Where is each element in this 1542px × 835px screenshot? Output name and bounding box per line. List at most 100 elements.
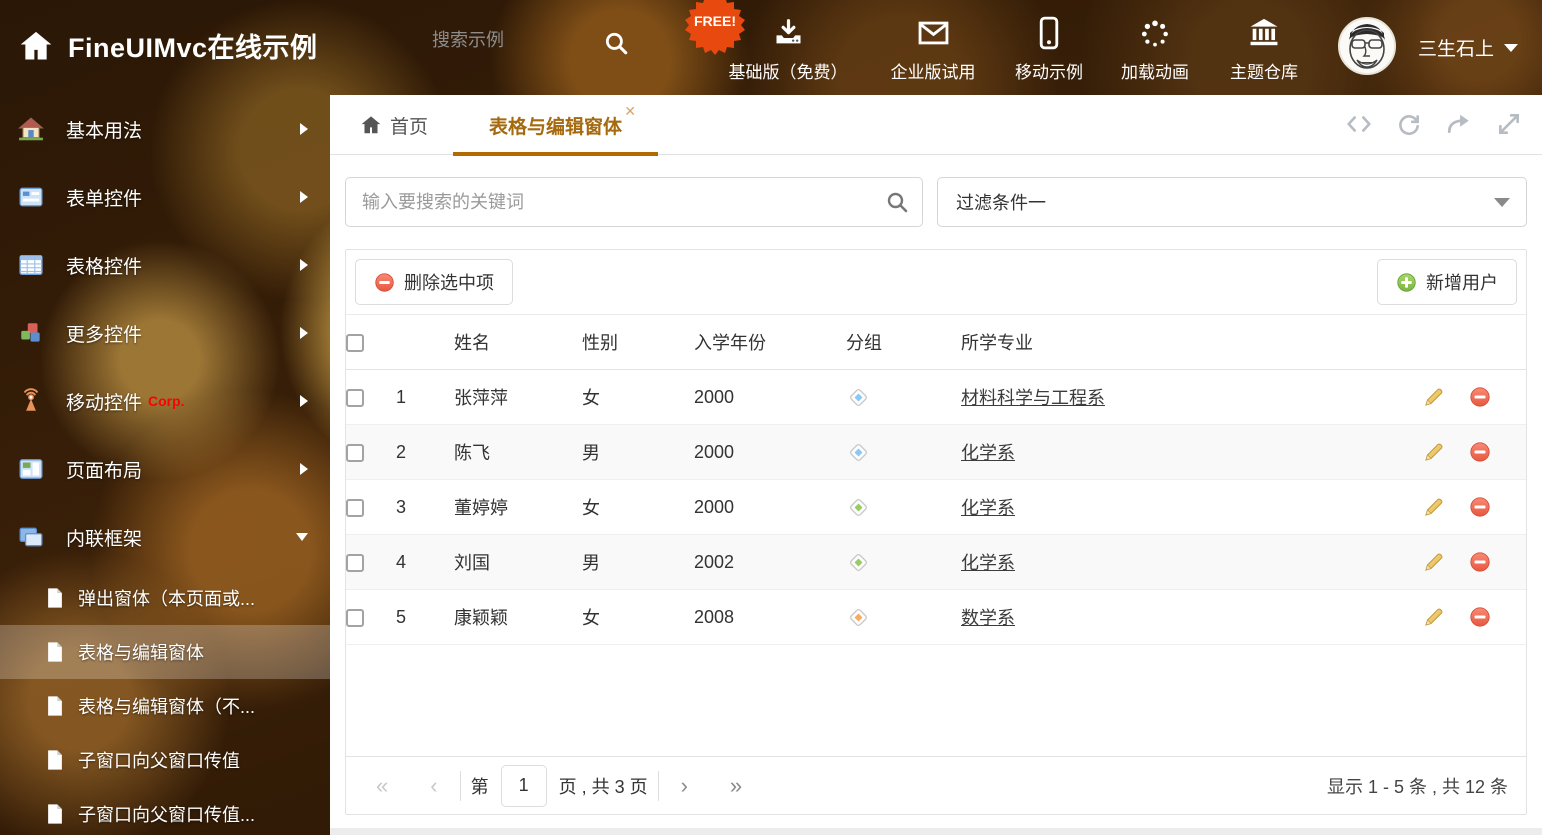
sidebar-item-more-controls[interactable]: 更多控件 <box>0 299 330 367</box>
page-icon <box>44 587 66 609</box>
sidebar-subitem-child-to-parent[interactable]: 子窗口向父窗口传值 <box>0 733 330 787</box>
sidebar-subitem-grid-edit-window[interactable]: 表格与编辑窗体 <box>0 625 330 679</box>
page-icon <box>44 803 66 825</box>
sidebar-subitem-child-to-parent-2[interactable]: 子窗口向父窗口传值... <box>0 787 330 835</box>
table-row: 1 张萍萍 女 2000 材料科学与工程系 <box>346 370 1526 425</box>
refresh-icon[interactable] <box>1396 111 1422 137</box>
cell-name: 康颖颖 <box>454 590 582 645</box>
tab-home[interactable]: 首页 <box>360 95 428 155</box>
edit-pencil-icon[interactable] <box>1423 551 1445 573</box>
page-icon <box>44 641 66 663</box>
chevron-right-icon <box>300 191 308 203</box>
col-actions <box>1421 315 1526 370</box>
table-row: 5 康颖颖 女 2008 数学系 <box>346 590 1526 645</box>
nav-label: 企业版试用 <box>891 58 976 83</box>
header-search-input[interactable] <box>432 30 592 51</box>
tab-close-icon[interactable]: ✕ <box>624 103 636 120</box>
edit-pencil-icon[interactable] <box>1423 606 1445 628</box>
brand[interactable]: FineUIMvc在线示例 <box>18 26 318 65</box>
cell-name: 董婷婷 <box>454 480 582 535</box>
keyword-search-input[interactable] <box>345 177 923 227</box>
minus-circle-icon <box>374 272 395 293</box>
page-number-input[interactable] <box>501 765 547 807</box>
chevron-down-icon <box>1494 198 1510 207</box>
user-menu[interactable]: 三生石上 <box>1418 34 1518 61</box>
corp-badge: Corp. <box>148 393 185 409</box>
chevron-down-icon <box>296 533 308 541</box>
cell-gender: 男 <box>582 535 694 590</box>
user-name: 三生石上 <box>1418 34 1494 61</box>
download-icon <box>772 16 804 50</box>
sidebar-item-form-controls[interactable]: 表单控件 <box>0 163 330 231</box>
fullscreen-icon[interactable] <box>1496 111 1522 137</box>
row-checkbox[interactable] <box>346 609 364 627</box>
nav-mobile-demo[interactable]: 移动示例 <box>1015 16 1083 83</box>
row-checkbox[interactable] <box>346 499 364 517</box>
major-link[interactable]: 化学系 <box>961 498 1015 518</box>
nav-loading-animation[interactable]: 加载动画 <box>1121 16 1189 83</box>
chevron-right-icon <box>300 123 308 135</box>
nav-theme-store[interactable]: 主题仓库 <box>1230 16 1298 83</box>
first-page-icon[interactable]: « <box>364 773 400 799</box>
sidebar-item-page-layout[interactable]: 页面布局 <box>0 435 330 503</box>
plus-circle-icon <box>1396 272 1417 293</box>
active-tab-underline <box>453 152 658 156</box>
edit-pencil-icon[interactable] <box>1423 441 1445 463</box>
tab-grid-edit-window[interactable]: 表格与编辑窗体 ✕ <box>453 95 658 155</box>
cell-name: 张萍萍 <box>454 370 582 425</box>
add-user-button[interactable]: 新增用户 <box>1377 259 1517 305</box>
cubes-icon <box>18 320 44 346</box>
nav-label: 移动示例 <box>1015 58 1083 83</box>
col-year: 入学年份 <box>694 315 846 370</box>
delete-row-icon[interactable] <box>1469 551 1491 573</box>
col-name: 姓名 <box>454 315 582 370</box>
select-all-checkbox[interactable] <box>346 334 364 352</box>
sidebar-item-basic-usage[interactable]: 基本用法 <box>0 95 330 163</box>
sidebar-subitem-grid-edit-window-2[interactable]: 表格与编辑窗体（不... <box>0 679 330 733</box>
sidebar-subitem-popup-window[interactable]: 弹出窗体（本页面或... <box>0 571 330 625</box>
row-checkbox[interactable] <box>346 444 364 462</box>
delete-row-icon[interactable] <box>1469 441 1491 463</box>
form-icon <box>18 184 44 210</box>
delete-row-icon[interactable] <box>1469 386 1491 408</box>
major-link[interactable]: 材料科学与工程系 <box>961 388 1105 408</box>
frames-icon <box>18 524 44 550</box>
tag-icon <box>846 440 871 465</box>
last-page-icon[interactable]: » <box>718 773 754 799</box>
cell-year: 2000 <box>694 370 846 425</box>
tag-icon <box>846 495 871 520</box>
sidebar-item-iframe[interactable]: 内联框架 <box>0 503 330 571</box>
major-link[interactable]: 化学系 <box>961 443 1015 463</box>
prev-page-icon[interactable]: ‹ <box>418 773 449 799</box>
major-link[interactable]: 数学系 <box>961 608 1015 628</box>
cell-year: 2000 <box>694 425 846 480</box>
major-link[interactable]: 化学系 <box>961 553 1015 573</box>
header-search-icon[interactable] <box>603 30 629 56</box>
row-checkbox[interactable] <box>346 389 364 407</box>
user-grid-panel: 删除选中项 新增用户 姓名 性别 入学年份 分组 <box>345 249 1527 815</box>
delete-row-icon[interactable] <box>1469 496 1491 518</box>
edit-pencil-icon[interactable] <box>1423 386 1445 408</box>
next-page-icon[interactable]: › <box>669 773 700 799</box>
tag-icon <box>846 385 871 410</box>
col-major: 所学专业 <box>961 315 1421 370</box>
sidebar-item-grid-controls[interactable]: 表格控件 <box>0 231 330 299</box>
delete-selected-button[interactable]: 删除选中项 <box>355 259 513 305</box>
source-code-icon[interactable] <box>1346 111 1372 137</box>
grid-empty-area <box>346 645 1526 756</box>
table-icon <box>18 252 44 278</box>
nav-enterprise-trial[interactable]: 企业版试用 <box>891 16 976 83</box>
edit-pencil-icon[interactable] <box>1423 496 1445 518</box>
main-panel: 首页 表格与编辑窗体 ✕ 过滤条件一 <box>330 95 1542 835</box>
table-row: 4 刘国 男 2002 化学系 <box>346 535 1526 590</box>
delete-row-icon[interactable] <box>1469 606 1491 628</box>
cell-year: 2008 <box>694 590 846 645</box>
search-icon[interactable] <box>885 190 909 214</box>
row-checkbox[interactable] <box>346 554 364 572</box>
filter-dropdown[interactable]: 过滤条件一 <box>937 177 1527 227</box>
user-avatar[interactable] <box>1338 17 1396 75</box>
nav-basic-edition[interactable]: 基础版（免费） <box>729 16 848 83</box>
open-new-window-icon[interactable] <box>1446 111 1472 137</box>
grid-toolbar: 删除选中项 新增用户 <box>346 250 1526 314</box>
sidebar-item-mobile-controls[interactable]: 移动控件 Corp. <box>0 367 330 435</box>
